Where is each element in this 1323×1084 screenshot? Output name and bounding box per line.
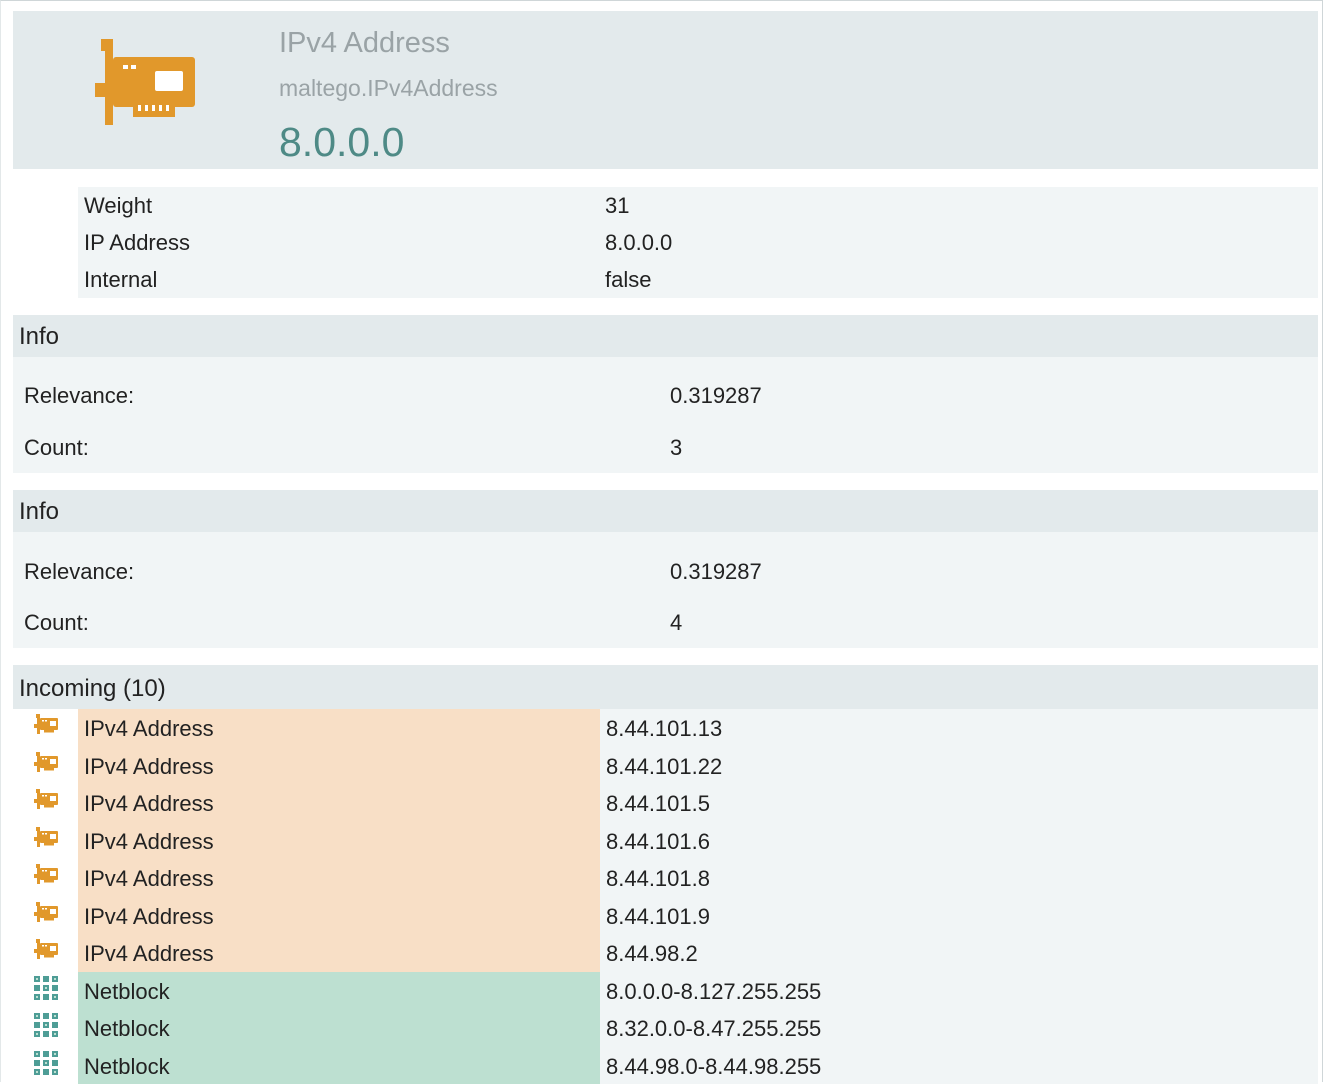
network-card-icon — [93, 33, 199, 139]
incoming-value-cell: 8.44.98.0-8.44.98.255 — [600, 1047, 1318, 1084]
incoming-section-title: Incoming (10) — [13, 665, 1318, 709]
property-row: Internal false — [78, 261, 1318, 298]
incoming-value[interactable]: 8.0.0.0-8.127.255.255 — [606, 979, 821, 1005]
incoming-type-cell: Netblock — [78, 972, 600, 1010]
incoming-value-cell: 8.0.0.0-8.127.255.255 — [600, 972, 1318, 1010]
property-row: Weight 31 — [78, 187, 1318, 224]
incoming-type-cell: IPv4 Address — [78, 859, 600, 897]
property-key: IP Address — [84, 230, 190, 256]
network-card-icon — [33, 712, 59, 738]
incoming-type: IPv4 Address — [84, 716, 214, 742]
incoming-value-cell: 8.44.101.5 — [600, 784, 1318, 822]
info-section-body: Relevance: 0.319287 Count: 3 — [13, 357, 1318, 473]
incoming-value[interactable]: 8.32.0.0-8.47.255.255 — [606, 1016, 821, 1042]
incoming-value[interactable]: 8.44.98.0-8.44.98.255 — [606, 1054, 821, 1080]
incoming-value-cell: 8.44.101.22 — [600, 747, 1318, 785]
info-section-title: Info — [13, 490, 1318, 532]
incoming-value-cell: 8.32.0.0-8.47.255.255 — [600, 1009, 1318, 1047]
incoming-value[interactable]: 8.44.101.8 — [606, 866, 710, 892]
property-value: false — [605, 267, 651, 293]
netblock-icon — [33, 975, 59, 1001]
property-key: Weight — [84, 193, 152, 219]
incoming-value-cell: 8.44.101.6 — [600, 822, 1318, 860]
incoming-type-cell: IPv4 Address — [78, 784, 600, 822]
incoming-value-cell: 8.44.101.8 — [600, 859, 1318, 897]
info-key: Count: — [24, 610, 89, 636]
network-card-icon — [33, 787, 59, 813]
incoming-type-cell: Netblock — [78, 1009, 600, 1047]
entity-value: 8.0.0.0 — [279, 119, 404, 166]
incoming-value[interactable]: 8.44.101.9 — [606, 904, 710, 930]
network-card-icon — [33, 937, 59, 963]
netblock-icon — [33, 1050, 59, 1076]
incoming-row[interactable]: IPv4 Address 8.44.98.2 — [13, 934, 1318, 972]
info-key: Relevance: — [24, 559, 134, 585]
property-key: Internal — [84, 267, 157, 293]
info-row: Count: 4 — [13, 602, 1318, 642]
incoming-value[interactable]: 8.44.98.2 — [606, 941, 698, 967]
info-value: 3 — [670, 435, 682, 461]
info-key: Relevance: — [24, 383, 134, 409]
incoming-row[interactable]: IPv4 Address 8.44.101.8 — [13, 859, 1318, 897]
incoming-type-cell: IPv4 Address — [78, 709, 600, 747]
incoming-type-cell: IPv4 Address — [78, 897, 600, 935]
incoming-value[interactable]: 8.44.101.6 — [606, 829, 710, 855]
network-card-icon — [33, 750, 59, 776]
detail-view: IPv4 Address maltego.IPv4Address 8.0.0.0… — [0, 0, 1323, 1082]
info-value: 4 — [670, 610, 682, 636]
property-value: 31 — [605, 193, 629, 219]
netblock-icon — [33, 1012, 59, 1038]
incoming-list: IPv4 Address 8.44.101.13 IPv4 Address 8.44.… — [13, 709, 1318, 1084]
incoming-title-label: Incoming (10) — [19, 675, 166, 703]
incoming-type: IPv4 Address — [84, 904, 214, 930]
info-row: Relevance: 0.319287 — [13, 551, 1318, 591]
info-key: Count: — [24, 435, 89, 461]
incoming-type: IPv4 Address — [84, 829, 214, 855]
property-row: IP Address 8.0.0.0 — [78, 224, 1318, 261]
incoming-type: IPv4 Address — [84, 866, 214, 892]
entity-type-name: IPv4 Address — [279, 27, 450, 60]
incoming-type-cell: IPv4 Address — [78, 934, 600, 972]
incoming-type: IPv4 Address — [84, 754, 214, 780]
incoming-value[interactable]: 8.44.101.22 — [606, 754, 722, 780]
incoming-type-cell: IPv4 Address — [78, 822, 600, 860]
info-section-body: Relevance: 0.319287 Count: 4 — [13, 532, 1318, 648]
incoming-type: Netblock — [84, 1016, 170, 1042]
info-row: Relevance: 0.319287 — [13, 375, 1318, 415]
incoming-type-cell: IPv4 Address — [78, 747, 600, 785]
section-title-label: Info — [19, 498, 59, 526]
entity-type-id: maltego.IPv4Address — [279, 75, 498, 102]
incoming-type: Netblock — [84, 979, 170, 1005]
property-value: 8.0.0.0 — [605, 230, 672, 256]
info-section-title: Info — [13, 315, 1318, 357]
entity-header: IPv4 Address maltego.IPv4Address 8.0.0.0 — [13, 11, 1318, 169]
info-value: 0.319287 — [670, 383, 762, 409]
network-card-icon — [33, 825, 59, 851]
incoming-value-cell: 8.44.101.9 — [600, 897, 1318, 935]
incoming-type-cell: Netblock — [78, 1047, 600, 1084]
incoming-row[interactable]: Netblock 8.44.98.0-8.44.98.255 — [13, 1047, 1318, 1084]
network-card-icon — [33, 900, 59, 926]
incoming-value[interactable]: 8.44.101.5 — [606, 791, 710, 817]
properties-table: Weight 31 IP Address 8.0.0.0 Internal fa… — [78, 187, 1318, 298]
incoming-type: Netblock — [84, 1054, 170, 1080]
section-title-label: Info — [19, 323, 59, 351]
info-value: 0.319287 — [670, 559, 762, 585]
incoming-type: IPv4 Address — [84, 941, 214, 967]
network-card-icon — [33, 862, 59, 888]
incoming-row[interactable]: IPv4 Address 8.44.101.22 — [13, 747, 1318, 785]
incoming-type: IPv4 Address — [84, 791, 214, 817]
incoming-row[interactable]: Netblock 8.32.0.0-8.47.255.255 — [13, 1009, 1318, 1047]
incoming-row[interactable]: IPv4 Address 8.44.101.5 — [13, 784, 1318, 822]
incoming-value[interactable]: 8.44.101.13 — [606, 716, 722, 742]
incoming-row[interactable]: IPv4 Address 8.44.101.6 — [13, 822, 1318, 860]
incoming-row[interactable]: IPv4 Address 8.44.101.13 — [13, 709, 1318, 747]
incoming-value-cell: 8.44.101.13 — [600, 709, 1318, 747]
incoming-row[interactable]: Netblock 8.0.0.0-8.127.255.255 — [13, 972, 1318, 1010]
info-row: Count: 3 — [13, 427, 1318, 467]
incoming-row[interactable]: IPv4 Address 8.44.101.9 — [13, 897, 1318, 935]
incoming-value-cell: 8.44.98.2 — [600, 934, 1318, 972]
